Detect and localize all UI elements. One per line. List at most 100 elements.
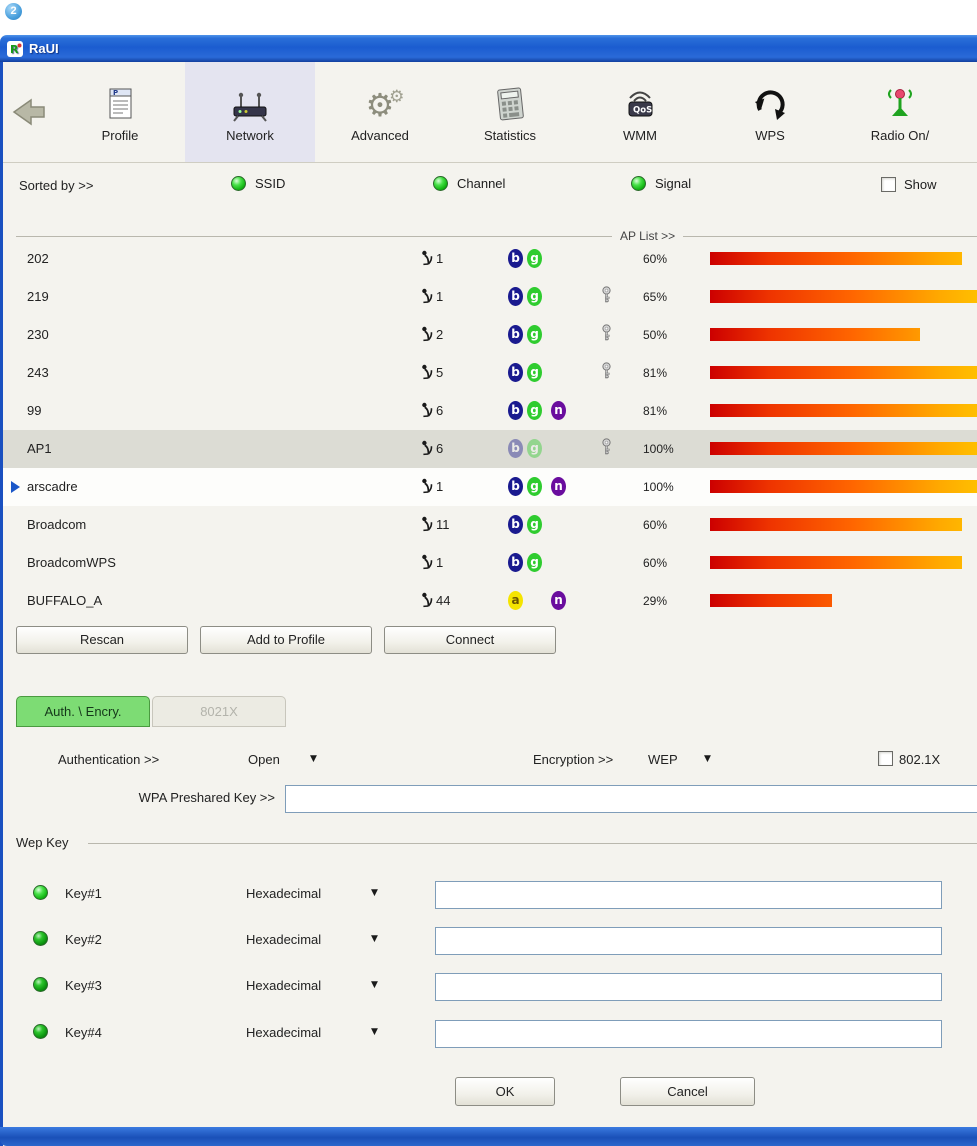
ap-row[interactable]: AP1 6 b g 100% (3, 430, 977, 468)
wep-key-input-4[interactable] (435, 1020, 942, 1048)
toolbar-item-wmm[interactable]: QoS WMM (575, 62, 705, 162)
wep-key-row: Key#2 Hexadecimal ▼ (3, 927, 977, 955)
ap-ssid: Broadcom (27, 517, 87, 532)
toolbar-item-wps[interactable]: WPS (705, 62, 835, 162)
ap-row[interactable]: 202 1 b g 60% (3, 240, 977, 278)
svg-text:P: P (113, 89, 118, 97)
wep-key-input-1[interactable] (435, 881, 942, 909)
ap-row[interactable]: BroadcomWPS 1 b g 60% (3, 544, 977, 582)
ap-row[interactable]: 243 5 b g 81% (3, 354, 977, 392)
toolbar-item-label: Radio On/ (870, 127, 930, 143)
raui-window: R RaUI P Profile Network ⚙ ⚙ Advanced Statisti… (0, 35, 977, 1146)
band-g-icon: g (527, 287, 542, 306)
ap-signal-percent: 29% (643, 594, 668, 608)
ap-bands: bgn (508, 401, 588, 421)
wep-key-format-select[interactable]: Hexadecimal (246, 978, 321, 993)
signal-bar (710, 518, 962, 531)
toolbar-item-label: WMM (623, 127, 657, 143)
signal-bar (710, 404, 977, 417)
ap-bands: an (508, 591, 588, 611)
connect-button[interactable]: Connect (384, 626, 556, 654)
ap-ssid: 243 (27, 365, 49, 380)
sort-option-label: Channel (457, 176, 506, 191)
titlebar[interactable]: R RaUI (0, 35, 977, 62)
wpa-preshared-key-input[interactable] (285, 785, 977, 813)
band-b-icon: b (508, 515, 523, 534)
sort-option-signal[interactable]: Signal (631, 176, 691, 191)
channel-number: 2 (436, 326, 444, 342)
wep-key-row: Key#1 Hexadecimal ▼ (3, 881, 977, 909)
ap-signal-percent: 50% (643, 328, 668, 342)
led-icon[interactable] (33, 1024, 48, 1039)
rescan-button[interactable]: Rescan (16, 626, 188, 654)
wpa-row: WPA Preshared Key >> (3, 785, 977, 813)
ap-row[interactable]: Broadcom 11 b g 60% (3, 506, 977, 544)
tab-auth-encry[interactable]: Auth. \ Encry. (16, 696, 150, 727)
toolbar-item-network[interactable]: Network (185, 62, 315, 162)
show-checkbox[interactable]: Show (881, 177, 937, 192)
ap-channel: 5 (421, 364, 443, 380)
channel-icon (421, 592, 433, 608)
toolbar-item-statistics[interactable]: Statistics (445, 62, 575, 162)
profile-icon: P (103, 82, 137, 122)
channel-icon (421, 364, 433, 380)
window-bottom-border (0, 1127, 977, 1146)
signal-bar (710, 556, 962, 569)
chevron-down-icon[interactable]: ▼ (371, 934, 378, 944)
channel-number: 44 (436, 592, 451, 608)
wep-key-format-select[interactable]: Hexadecimal (246, 886, 321, 901)
toolbar-item-radio[interactable]: Radio On/ (835, 62, 965, 162)
toolbar-item-profile[interactable]: P Profile (55, 62, 185, 162)
authentication-select[interactable]: Open (248, 752, 280, 767)
ap-row[interactable]: 219 1 b g 65% (3, 278, 977, 316)
ap-channel: 6 (421, 440, 443, 456)
auth-row: Authentication >> Open ▼ Encryption >> W… (3, 747, 977, 773)
back-button[interactable] (3, 62, 55, 162)
band-b-icon: b (508, 325, 523, 344)
led-icon[interactable] (33, 977, 48, 992)
wep-key-label: Key#4 (65, 1025, 102, 1040)
ap-row[interactable]: 230 2 b g 50% (3, 316, 977, 354)
led-icon (231, 176, 246, 191)
tab-8021x[interactable]: 8021X (152, 696, 286, 727)
channel-number: 1 (436, 250, 444, 266)
wep-key-input-3[interactable] (435, 973, 942, 1001)
chevron-down-icon[interactable]: ▼ (310, 754, 317, 764)
ap-row[interactable]: arscadre 1 b g n 100% (3, 468, 977, 506)
add-to-profile-button[interactable]: Add to Profile (200, 626, 372, 654)
sort-option-ssid[interactable]: SSID (231, 176, 285, 191)
chevron-down-icon[interactable]: ▼ (371, 1027, 378, 1037)
network-icon (229, 82, 271, 122)
band-b-icon: b (508, 401, 523, 420)
wep-key-input-2[interactable] (435, 927, 942, 955)
dot1x-checkbox[interactable] (878, 751, 893, 766)
encryption-select[interactable]: WEP (648, 752, 678, 767)
toolbar-item-advanced[interactable]: ⚙ ⚙ Advanced (315, 62, 445, 162)
ap-row[interactable]: BUFFALO_A 44 a n 29% (3, 582, 977, 620)
wep-key-group: Wep Key (16, 835, 977, 851)
band-g-icon: g (527, 553, 542, 572)
ap-bands: bg (508, 553, 588, 573)
lock-icon (601, 286, 612, 303)
chevron-down-icon[interactable]: ▼ (371, 888, 378, 898)
ap-row[interactable]: 99 6 b g n 81% (3, 392, 977, 430)
chevron-down-icon[interactable]: ▼ (371, 980, 378, 990)
wep-key-format-select[interactable]: Hexadecimal (246, 1025, 321, 1040)
ap-bands: bg (508, 363, 588, 383)
led-icon[interactable] (33, 885, 48, 900)
raui-logo-icon: R (7, 40, 23, 57)
toolbar-item-label: Network (226, 127, 274, 143)
dot1x-label: 802.1X (899, 752, 941, 767)
channel-number: 11 (436, 516, 450, 532)
sort-option-channel[interactable]: Channel (433, 176, 505, 191)
band-g-icon: g (527, 477, 542, 496)
chevron-down-icon[interactable]: ▼ (704, 754, 711, 764)
wep-key-format-select[interactable]: Hexadecimal (246, 932, 321, 947)
led-icon[interactable] (33, 931, 48, 946)
led-icon (631, 176, 646, 191)
advanced-icon: ⚙ ⚙ (365, 85, 405, 124)
authentication-label: Authentication >> (58, 752, 160, 767)
wep-key-label: Key#1 (65, 886, 102, 901)
cancel-button[interactable]: Cancel (620, 1077, 755, 1106)
ok-button[interactable]: OK (455, 1077, 555, 1106)
